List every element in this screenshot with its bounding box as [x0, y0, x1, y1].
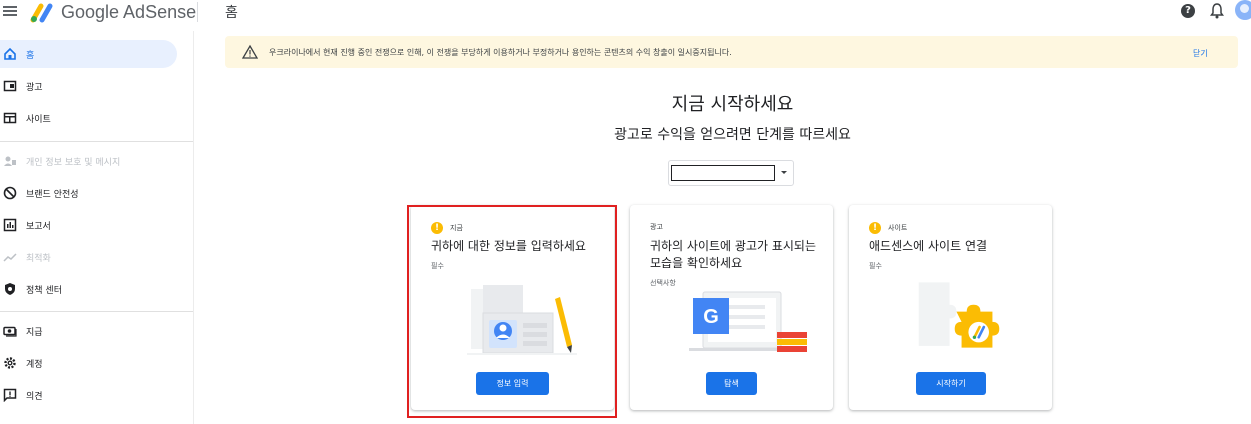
card-requirement: 필수: [431, 262, 444, 270]
sidebar-item-label: 최적화: [26, 253, 51, 264]
ads-icon: [3, 79, 17, 93]
card-title: 귀하의 사이트에 광고가 표시되는 모습을 확인하세요: [650, 239, 817, 270]
sites-icon: [3, 111, 17, 125]
sidebar: 홈광고사이트개인 정보 보호 및 메시지브랜드 안전성보고서최적화정책 센터지급…: [0, 38, 193, 424]
sidebar-item-label: 보고서: [26, 221, 51, 232]
help-icon[interactable]: ?: [1181, 4, 1195, 18]
sidebar-item[interactable]: 보고서: [0, 211, 177, 239]
card-requirement: 필수: [869, 262, 882, 270]
block-icon: [3, 186, 17, 200]
sidebar-divider: [0, 311, 193, 312]
sidebar-item-label: 광고: [26, 82, 43, 93]
card-status: ! 지금: [431, 222, 463, 234]
warning-dot-icon: !: [869, 222, 881, 234]
sidebar-item[interactable]: 사이트: [0, 104, 177, 132]
sidebar-item[interactable]: 계정: [0, 349, 177, 377]
svg-text:G: G: [703, 306, 719, 328]
banner-close-button[interactable]: 닫기: [1193, 48, 1208, 59]
sidebar-item-label: 브랜드 안전성: [26, 189, 79, 200]
settings-gear-icon: [3, 356, 17, 370]
get-started-button[interactable]: 시작하기: [916, 372, 986, 395]
account-avatar[interactable]: [1235, 0, 1251, 20]
adsense-logo-icon: [30, 3, 53, 23]
warning-triangle-icon: [242, 44, 258, 59]
sidebar-item-label: 의견: [26, 391, 43, 402]
card-status-label: 사이트: [888, 224, 908, 232]
page-title: 홈: [225, 5, 238, 21]
banner-message: 우크라이나에서 현재 진행 중인 전쟁으로 인해, 이 전쟁을 부당하게 이용하…: [269, 48, 732, 57]
notifications-bell-icon[interactable]: [1210, 3, 1224, 19]
sidebar-item-label: 지급: [26, 327, 43, 338]
menu-icon[interactable]: [3, 4, 17, 18]
reports-icon: [3, 218, 17, 232]
card-status: ! 사이트: [869, 222, 907, 234]
profile-form-illustration: [467, 285, 577, 355]
sidebar-divider: [0, 141, 193, 142]
payments-icon: [3, 324, 17, 338]
sidebar-item[interactable]: 홈: [0, 40, 177, 68]
sidebar-item-label: 계정: [26, 359, 43, 370]
optimization-icon: [3, 250, 17, 264]
site-select-value[interactable]: [671, 165, 775, 181]
sidebar-item: 개인 정보 보호 및 메시지: [0, 147, 177, 175]
sidebar-item[interactable]: 의견: [0, 381, 177, 409]
sidebar-item[interactable]: 정책 센터: [0, 275, 177, 303]
sidebar-item[interactable]: 브랜드 안전성: [0, 179, 177, 207]
sidebar-item-label: 홈: [26, 50, 35, 61]
sidebar-item-label: 사이트: [26, 114, 51, 125]
puzzle-connect-illustration: [918, 282, 1000, 348]
card-title: 애드센스에 사이트 연결: [869, 239, 988, 253]
home-icon: [3, 47, 17, 61]
card-ads: 광고 귀하의 사이트에 광고가 표시되는 모습을 확인하세요 선택사항 G 탐색: [630, 205, 833, 410]
sidebar-item-label: 정책 센터: [26, 285, 62, 296]
dropdown-caret-icon[interactable]: [781, 171, 787, 174]
topbar-divider: [197, 2, 198, 22]
privacy-messaging-icon: [3, 154, 17, 168]
sidebar-item-label: 개인 정보 보호 및 메시지: [26, 157, 121, 168]
card-info: ! 지금 귀하에 대한 정보를 입력하세요 필수 정보 입력: [411, 205, 614, 410]
explore-button[interactable]: 탐색: [706, 372, 757, 395]
card-sites: ! 사이트 애드센스에 사이트 연결 필수 시작하기: [849, 205, 1052, 410]
card-status-label: 지금: [450, 224, 463, 232]
policy-shield-icon: [3, 282, 17, 296]
top-app-bar: Google AdSense 홈 ?: [0, 0, 1251, 26]
war-policy-banner: 우크라이나에서 현재 진행 중인 전쟁으로 인해, 이 전쟁을 부당하게 이용하…: [225, 36, 1238, 68]
warning-dot-icon: !: [431, 222, 443, 234]
enter-info-button[interactable]: 정보 입력: [476, 372, 549, 395]
feedback-icon: [3, 388, 17, 402]
sidebar-item[interactable]: 광고: [0, 72, 177, 100]
site-preview-illustration: G: [689, 291, 807, 352]
main-heading: 지금 시작하세요: [671, 94, 794, 115]
sidebar-item[interactable]: 지급: [0, 317, 177, 345]
card-status-label: 광고: [650, 223, 663, 231]
site-select[interactable]: [668, 160, 794, 186]
sidebar-item: 최적화: [0, 243, 177, 271]
card-requirement: 선택사항: [650, 279, 676, 287]
card-status: 광고: [650, 222, 663, 232]
card-title: 귀하에 대한 정보를 입력하세요: [431, 239, 586, 253]
brand-title: Google AdSense: [61, 2, 197, 22]
main-subheading: 광고로 수익을 얻으려면 단계를 따르세요: [614, 127, 851, 143]
